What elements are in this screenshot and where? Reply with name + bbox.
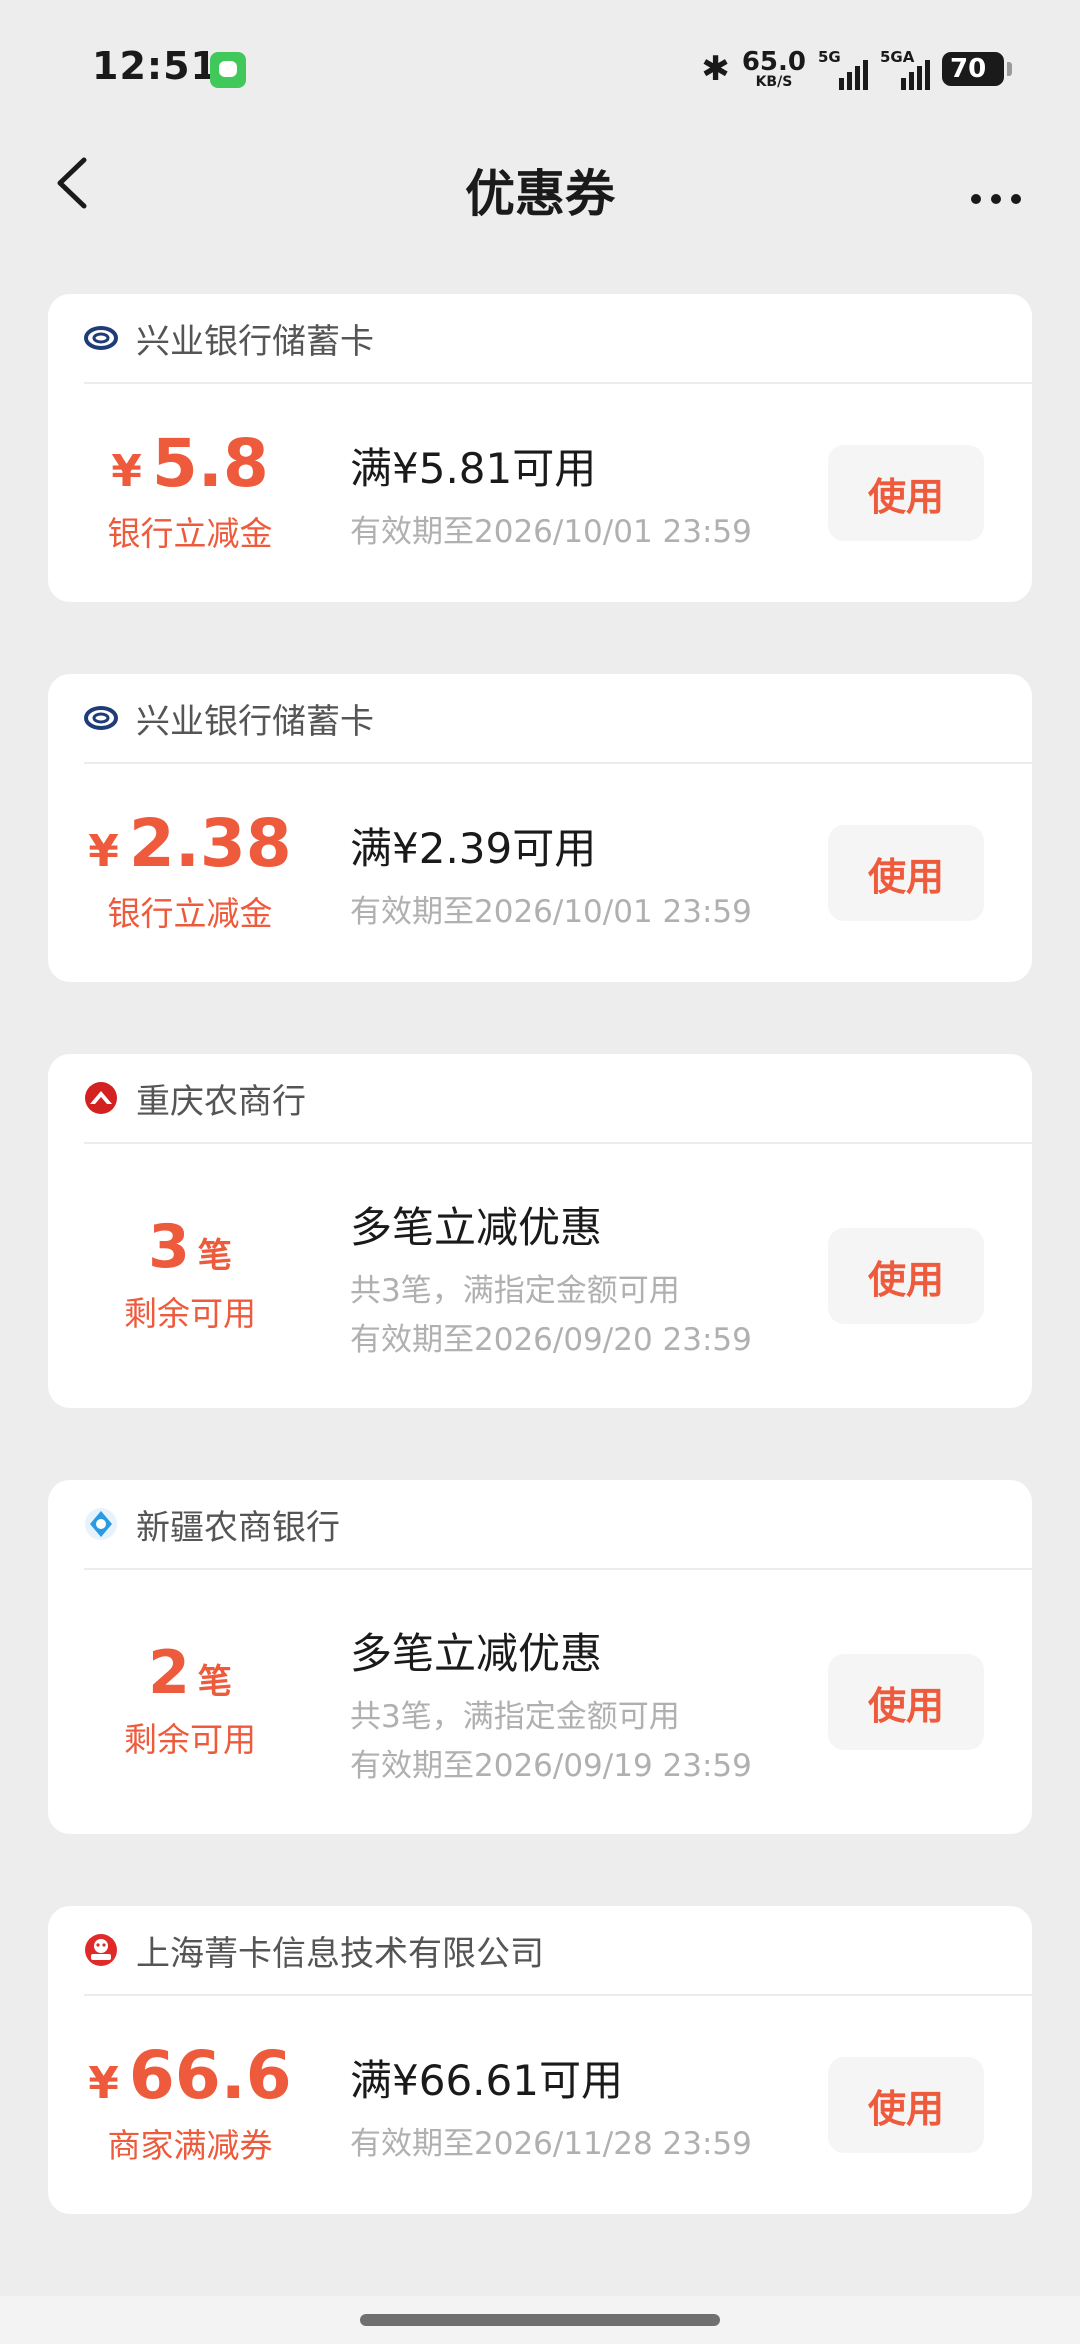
coupon-condition: 满¥2.39可用 <box>350 824 597 873</box>
coupon-condition: 满¥66.61可用 <box>350 2056 623 2105</box>
coupon-value: 5.8 <box>151 425 269 502</box>
coupon-card-body: 2 笔 剩余可用 多笔立减优惠 共3笔，满指定金额可用 有效期至2026/09/… <box>48 1570 1032 1834</box>
cib-bank-icon <box>84 326 118 350</box>
count-unit: 笔 <box>197 1236 232 1276</box>
bank-name: 上海菁卡信息技术有限公司 <box>136 1933 544 1974</box>
coupon-type: 剩余可用 <box>124 1294 256 1333</box>
cqrcb-bank-icon <box>85 1082 117 1114</box>
message-app-icon <box>210 52 246 88</box>
coupon-value: 66.6 <box>128 2037 292 2114</box>
coupon-expiry: 有效期至2026/09/20 23:59 <box>350 1321 752 1358</box>
coupon-card-header: 新疆农商银行 <box>84 1480 1032 1570</box>
coupon-amount: 3 笔 剩余可用 <box>48 1144 332 1408</box>
coupon-card-header: 上海菁卡信息技术有限公司 <box>84 1906 1032 1996</box>
coupon-card: 上海菁卡信息技术有限公司 ¥ 66.6 商家满减券 满¥66.61可用 有效期至… <box>48 1906 1032 2214</box>
bluetooth-icon: ✱ <box>701 49 730 89</box>
coupon-condition: 多笔立减优惠 <box>350 1628 603 1678</box>
more-dots-icon <box>971 194 1021 204</box>
coupon-card: 重庆农商行 3 笔 剩余可用 多笔立减优惠 共3笔，满指定金额可用 有效期至20… <box>48 1054 1032 1408</box>
coupon-expiry: 有效期至2026/10/01 23:59 <box>350 514 752 550</box>
remaining-count: 2 <box>148 1638 190 1708</box>
bank-name: 兴业银行储蓄卡 <box>136 321 374 362</box>
coupon-amount: ¥ 66.6 商家满减券 <box>48 1996 332 2214</box>
use-button[interactable]: 使用 <box>828 825 984 921</box>
coupon-expiry: 有效期至2026/09/19 23:59 <box>350 1747 752 1784</box>
status-indicators: ✱ 65.0 KB/S 5G 5GA 70 <box>701 46 1012 92</box>
coupon-value: 2.38 <box>128 805 292 882</box>
coupon-type: 银行立减金 <box>107 514 273 553</box>
coupon-card: 兴业银行储蓄卡 ¥ 2.38 银行立减金 满¥2.39可用 有效期至2026/1… <box>48 674 1032 982</box>
coupon-expiry: 有效期至2026/11/28 23:59 <box>350 2126 752 2162</box>
currency-symbol: ¥ <box>88 826 119 877</box>
home-indicator[interactable] <box>360 2314 720 2326</box>
battery-level: 70 <box>950 54 987 84</box>
coupon-card: 兴业银行储蓄卡 ¥ 5.8 银行立减金 满¥5.81可用 有效期至2026/10… <box>48 294 1032 602</box>
coupon-card-body: 3 笔 剩余可用 多笔立减优惠 共3笔，满指定金额可用 有效期至2026/09/… <box>48 1144 1032 1408</box>
coupon-type: 银行立减金 <box>107 894 273 933</box>
coupon-amount: ¥ 2.38 银行立减金 <box>48 764 332 982</box>
coupon-info: 满¥5.81可用 有效期至2026/10/01 23:59 <box>350 384 752 602</box>
coupon-condition: 多笔立减优惠 <box>350 1202 603 1252</box>
page-title: 优惠券 <box>465 165 615 223</box>
coupon-info: 满¥2.39可用 有效期至2026/10/01 23:59 <box>350 764 752 982</box>
count-unit: 笔 <box>197 1662 232 1702</box>
use-button[interactable]: 使用 <box>828 2057 984 2153</box>
coupon-card-header: 兴业银行储蓄卡 <box>84 294 1032 384</box>
merchant-logo-icon <box>85 1934 117 1966</box>
coupon-info: 多笔立减优惠 共3笔，满指定金额可用 有效期至2026/09/19 23:59 <box>350 1570 752 1834</box>
use-button[interactable]: 使用 <box>828 1654 984 1750</box>
currency-symbol: ¥ <box>88 2058 119 2109</box>
coupon-info: 满¥66.61可用 有效期至2026/11/28 23:59 <box>350 1996 752 2214</box>
use-button[interactable]: 使用 <box>828 1228 984 1324</box>
coupon-card: 新疆农商银行 2 笔 剩余可用 多笔立减优惠 共3笔，满指定金额可用 有效期至2… <box>48 1480 1032 1834</box>
coupon-amount: 2 笔 剩余可用 <box>48 1570 332 1834</box>
coupon-page: 12:51 ✱ 65.0 KB/S 5G 5GA 70 优惠券 兴业银行储蓄卡 … <box>0 0 1080 2344</box>
bank-name: 新疆农商银行 <box>136 1507 340 1548</box>
more-button[interactable] <box>960 150 1040 220</box>
coupon-condition: 满¥5.81可用 <box>350 444 597 493</box>
bank-name: 重庆农商行 <box>136 1081 306 1122</box>
signal-1-label: 5G <box>818 48 841 66</box>
coupon-expiry: 有效期至2026/10/01 23:59 <box>350 894 752 930</box>
currency-symbol: ¥ <box>111 446 142 497</box>
coupon-type: 商家满减券 <box>107 2126 273 2165</box>
coupon-card-header: 兴业银行储蓄卡 <box>84 674 1032 764</box>
bank-name: 兴业银行储蓄卡 <box>136 701 374 742</box>
coupon-detail: 共3笔，满指定金额可用 <box>350 1272 680 1309</box>
nav-bar: 优惠券 <box>0 140 1080 236</box>
coupon-detail: 共3笔，满指定金额可用 <box>350 1698 680 1735</box>
coupon-info: 多笔立减优惠 共3笔，满指定金额可用 有效期至2026/09/20 23:59 <box>350 1144 752 1408</box>
network-speed: 65.0 KB/S <box>742 49 806 89</box>
coupon-list: 兴业银行储蓄卡 ¥ 5.8 银行立减金 满¥5.81可用 有效期至2026/10… <box>48 294 1032 2286</box>
coupon-amount: ¥ 5.8 银行立减金 <box>48 384 332 602</box>
network-speed-value: 65.0 <box>741 47 806 77</box>
remaining-count: 3 <box>148 1212 190 1282</box>
status-bar: 12:51 ✱ 65.0 KB/S 5G 5GA 70 <box>0 0 1080 140</box>
coupon-card-body: ¥ 2.38 银行立减金 满¥2.39可用 有效期至2026/10/01 23:… <box>48 764 1032 982</box>
xjrcb-bank-icon <box>85 1508 117 1540</box>
status-time: 12:51 <box>92 44 218 88</box>
coupon-card-body: ¥ 5.8 银行立减金 满¥5.81可用 有效期至2026/10/01 23:5… <box>48 384 1032 602</box>
battery-icon: 70 <box>942 52 1012 86</box>
network-speed-unit: KB/S <box>755 74 793 90</box>
coupon-card-body: ¥ 66.6 商家满减券 满¥66.61可用 有效期至2026/11/28 23… <box>48 1996 1032 2214</box>
cib-bank-icon <box>84 706 118 730</box>
signal-icon-1: 5G <box>818 48 868 90</box>
coupon-card-header: 重庆农商行 <box>84 1054 1032 1144</box>
use-button[interactable]: 使用 <box>828 445 984 541</box>
signal-icon-2: 5GA <box>880 48 930 90</box>
coupon-type: 剩余可用 <box>124 1720 256 1759</box>
